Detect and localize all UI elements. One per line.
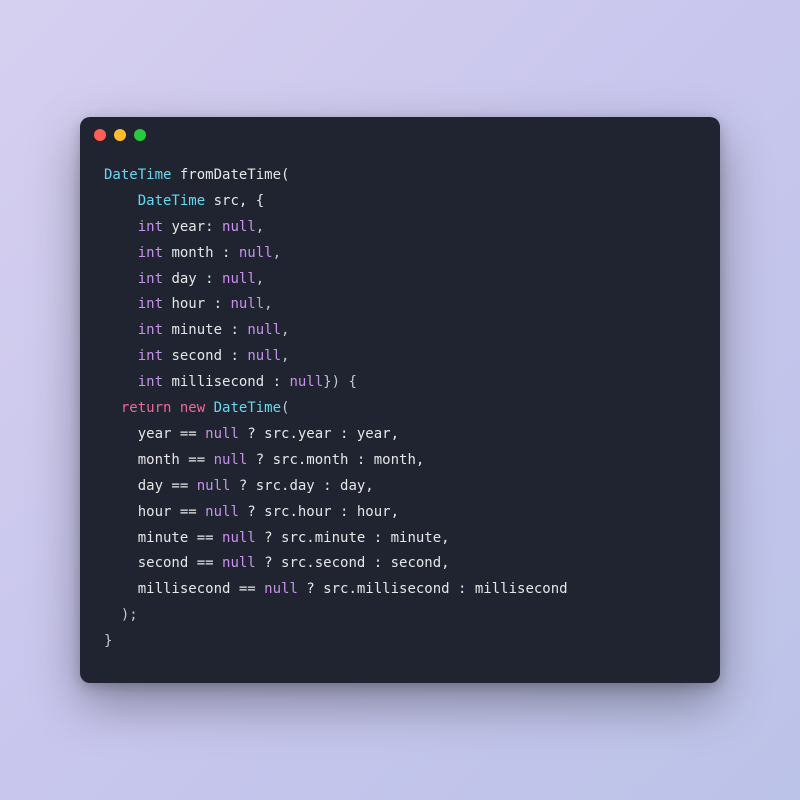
code-token: fromDateTime(: [171, 167, 289, 183]
code-token: int: [138, 322, 163, 338]
code-token: minute :: [163, 322, 247, 338]
code-token: DateTime: [138, 193, 205, 209]
code-token: ,: [256, 271, 264, 287]
code-token: );: [104, 607, 138, 623]
code-token: ,: [273, 245, 281, 261]
code-token: int: [138, 271, 163, 287]
code-token: year:: [163, 219, 222, 235]
code-token: [104, 296, 138, 312]
code-token: null: [205, 504, 239, 520]
code-token: hour :: [163, 296, 230, 312]
code-token: ? src.month : month,: [247, 452, 424, 468]
code-token: ,: [281, 348, 289, 364]
code-line: int millisecond : null}) {: [104, 370, 696, 396]
code-token: second :: [163, 348, 247, 364]
code-line: second == null ? src.second : second,: [104, 551, 696, 577]
code-token: null: [239, 245, 273, 261]
code-token: [171, 400, 179, 416]
code-token: null: [230, 296, 264, 312]
code-line: int second : null,: [104, 344, 696, 370]
code-line: int minute : null,: [104, 318, 696, 344]
code-line: int month : null,: [104, 241, 696, 267]
code-token: return: [121, 400, 172, 416]
code-token: null: [247, 322, 281, 338]
code-token: day ==: [104, 478, 197, 494]
code-token: ,: [256, 219, 264, 235]
code-token: int: [138, 374, 163, 390]
code-line: hour == null ? src.hour : hour,: [104, 500, 696, 526]
code-line: month == null ? src.month : month,: [104, 448, 696, 474]
code-line: int year: null,: [104, 215, 696, 241]
code-line: );: [104, 603, 696, 629]
code-line: minute == null ? src.minute : minute,: [104, 526, 696, 552]
code-token: [104, 219, 138, 235]
code-token: null: [205, 426, 239, 442]
code-line: day == null ? src.day : day,: [104, 474, 696, 500]
minimize-icon[interactable]: [114, 129, 126, 141]
code-token: ,: [281, 322, 289, 338]
code-token: int: [138, 296, 163, 312]
code-line: return new DateTime(: [104, 396, 696, 422]
code-token: ? src.second : second,: [256, 555, 450, 571]
code-token: month ==: [104, 452, 214, 468]
code-token: hour ==: [104, 504, 205, 520]
code-token: second ==: [104, 555, 222, 571]
code-token: (: [281, 400, 289, 416]
code-line: DateTime src, {: [104, 189, 696, 215]
code-token: ? src.minute : minute,: [256, 530, 450, 546]
code-token: millisecond ==: [104, 581, 264, 597]
code-token: ? src.millisecond : millisecond: [298, 581, 568, 597]
code-token: [104, 400, 121, 416]
code-token: null: [264, 581, 298, 597]
code-line: }: [104, 629, 696, 655]
code-token: year ==: [104, 426, 205, 442]
code-window: DateTime fromDateTime( DateTime src, { i…: [80, 117, 720, 683]
code-token: null: [222, 530, 256, 546]
code-token: int: [138, 219, 163, 235]
code-token: int: [138, 245, 163, 261]
code-token: ? src.hour : hour,: [239, 504, 399, 520]
code-token: [104, 322, 138, 338]
code-token: }: [104, 633, 112, 649]
code-token: null: [222, 219, 256, 235]
code-token: [104, 348, 138, 364]
code-token: ? src.day : day,: [230, 478, 373, 494]
code-token: [104, 193, 138, 209]
titlebar: [80, 117, 720, 153]
code-token: null: [222, 271, 256, 287]
code-line: DateTime fromDateTime(: [104, 163, 696, 189]
code-token: null: [289, 374, 323, 390]
code-token: ? src.year : year,: [239, 426, 399, 442]
code-line: millisecond == null ? src.millisecond : …: [104, 577, 696, 603]
code-token: millisecond :: [163, 374, 289, 390]
code-token: [104, 245, 138, 261]
code-line: int hour : null,: [104, 292, 696, 318]
code-line: int day : null,: [104, 267, 696, 293]
code-token: src, {: [205, 193, 264, 209]
code-block: DateTime fromDateTime( DateTime src, { i…: [80, 153, 720, 683]
close-icon[interactable]: [94, 129, 106, 141]
code-token: [104, 271, 138, 287]
code-token: ,: [264, 296, 272, 312]
code-token: [104, 374, 138, 390]
code-token: new: [180, 400, 205, 416]
code-token: null: [247, 348, 281, 364]
code-token: minute ==: [104, 530, 222, 546]
code-token: null: [197, 478, 231, 494]
code-token: DateTime: [214, 400, 281, 416]
code-token: }) {: [323, 374, 357, 390]
code-token: [205, 400, 213, 416]
code-token: null: [222, 555, 256, 571]
code-token: month :: [163, 245, 239, 261]
code-line: year == null ? src.year : year,: [104, 422, 696, 448]
maximize-icon[interactable]: [134, 129, 146, 141]
code-token: day :: [163, 271, 222, 287]
code-token: DateTime: [104, 167, 171, 183]
code-token: null: [214, 452, 248, 468]
code-token: int: [138, 348, 163, 364]
